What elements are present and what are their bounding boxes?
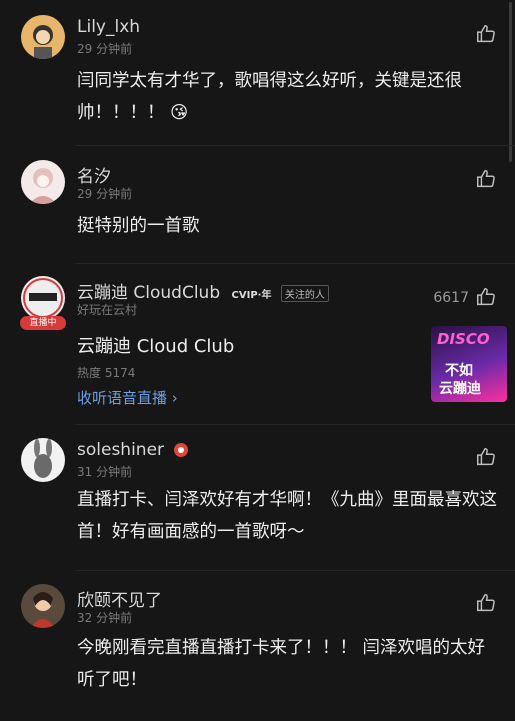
live-room-card[interactable]: 云蹦迪 Cloud Club 热度 5174 收听语音直播 › DISCO 不如… bbox=[77, 326, 507, 422]
comment-text: 挺特别的一首歌 bbox=[77, 216, 200, 236]
live-room-heat: 热度 5174 bbox=[77, 366, 136, 380]
like-icon[interactable] bbox=[475, 446, 497, 468]
vip-badge: CVIP·年 bbox=[231, 289, 272, 301]
divider bbox=[76, 570, 515, 571]
comment-item: soleshiner 31 分钟前 直播打卡、闫泽欢好有才华啊！《九曲》里面最喜… bbox=[0, 438, 515, 568]
listen-live-link[interactable]: 收听语音直播 › bbox=[77, 387, 178, 408]
avatar[interactable] bbox=[21, 15, 65, 59]
cover-text-2: 云蹦迪 bbox=[439, 381, 481, 397]
like-icon[interactable] bbox=[475, 592, 497, 614]
comment-text: 直播打卡、闫泽欢好有才华啊！《九曲》里面最喜欢这首！好有画面感的一首歌呀～ bbox=[77, 490, 497, 542]
user-subtitle: 好玩在云村 bbox=[77, 303, 138, 317]
username[interactable]: Lily_lxh bbox=[77, 17, 140, 37]
like-icon[interactable] bbox=[475, 286, 497, 308]
comment-item: 名汐 29 分钟前 挺特别的一首歌 bbox=[0, 160, 515, 260]
follow-tag: 关注的人 bbox=[280, 284, 329, 302]
live-room-cover[interactable]: DISCO 不如 云蹦迪 bbox=[431, 326, 507, 402]
comment-item: Lily_lxh 29 分钟前 闫同学太有才华了，歌唱得这么好听，关键是还很帅！… bbox=[0, 15, 515, 155]
username[interactable]: 名汐 bbox=[77, 162, 111, 187]
like-count: 6617 bbox=[433, 290, 469, 306]
avatar[interactable] bbox=[21, 438, 65, 482]
like-icon[interactable] bbox=[475, 168, 497, 190]
live-badge[interactable]: 直播中 bbox=[20, 316, 66, 330]
live-room-title: 云蹦迪 Cloud Club bbox=[77, 336, 235, 357]
timestamp: 31 分钟前 bbox=[77, 465, 133, 479]
username[interactable]: 欣颐不见了 bbox=[77, 586, 162, 611]
avatar[interactable] bbox=[21, 276, 65, 320]
timestamp: 29 分钟前 bbox=[77, 42, 133, 56]
avatar[interactable] bbox=[21, 160, 65, 204]
comment-text: 今晚刚看完直播直播打卡来了！！！ 闫泽欢唱的太好听了吧！ bbox=[77, 638, 486, 690]
like-icon[interactable] bbox=[475, 23, 497, 45]
divider bbox=[76, 263, 515, 264]
avatar[interactable] bbox=[21, 584, 65, 628]
divider bbox=[76, 424, 515, 425]
divider bbox=[76, 145, 515, 146]
timestamp: 29 分钟前 bbox=[77, 187, 133, 201]
comment-item: 欣颐不见了 32 分钟前 今晚刚看完直播直播打卡来了！！！ 闫泽欢唱的太好听了吧… bbox=[0, 584, 515, 721]
verified-icon bbox=[174, 443, 189, 457]
username-row: soleshiner bbox=[77, 440, 189, 460]
username[interactable]: 云蹦迪 CloudClub bbox=[77, 283, 220, 303]
cover-title: DISCO bbox=[437, 330, 490, 348]
username-row: 云蹦迪 CloudClub CVIP·年 关注的人 bbox=[77, 278, 329, 303]
username[interactable]: soleshiner bbox=[77, 440, 164, 460]
timestamp: 32 分钟前 bbox=[77, 611, 133, 625]
comment-item: 直播中 云蹦迪 CloudClub CVIP·年 关注的人 好玩在云村 6617… bbox=[0, 276, 515, 426]
cover-text-1: 不如 bbox=[445, 363, 473, 379]
comment-text: 闫同学太有才华了，歌唱得这么好听，关键是还很帅！！！！ 😘 bbox=[77, 71, 462, 123]
